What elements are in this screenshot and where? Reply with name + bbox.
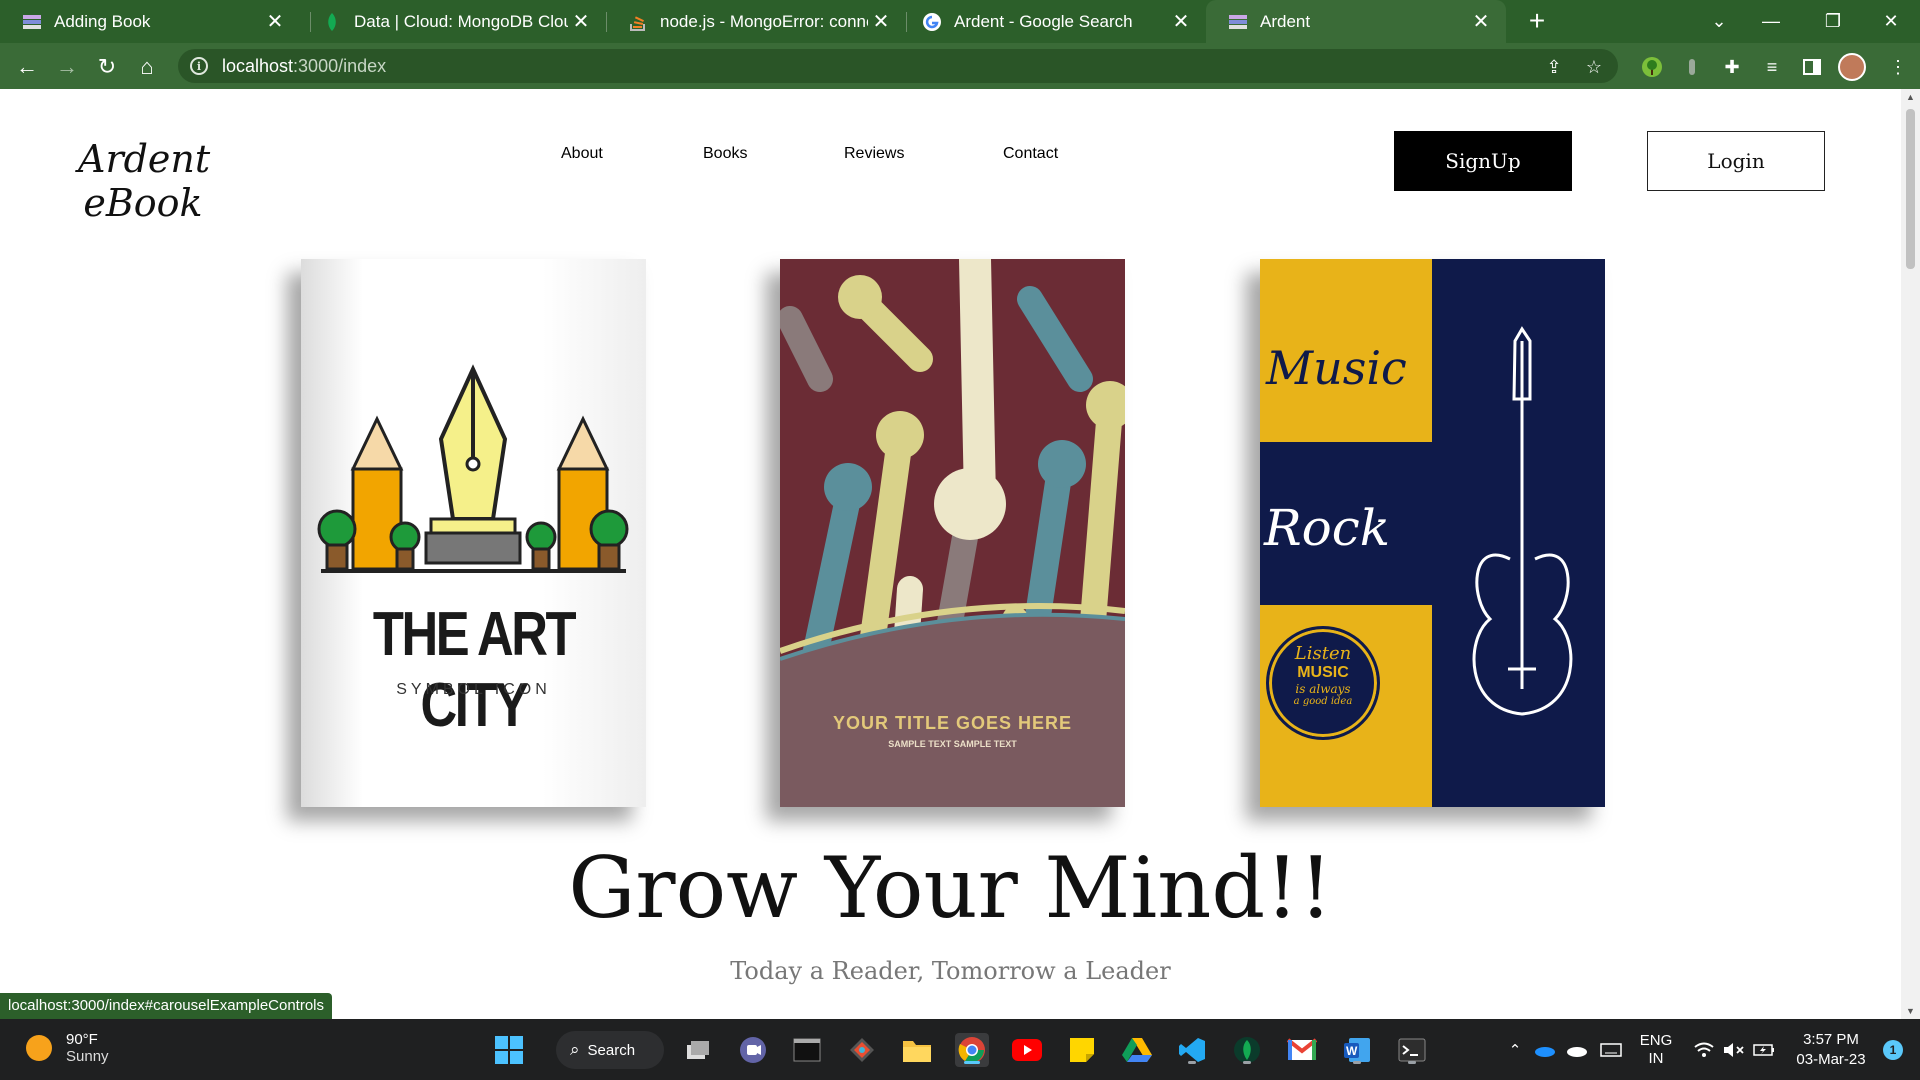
book-stack-icon [22, 12, 42, 32]
extensions-puzzle-icon[interactable]: ✚ [1718, 53, 1746, 81]
address-bar[interactable]: i localhost:3000/index ⇪ ☆ [178, 49, 1618, 83]
menu-kebab-icon[interactable]: ⋮ [1884, 53, 1912, 81]
onedrive-cloud-icon[interactable] [1530, 1019, 1560, 1080]
side-panel-icon[interactable] [1798, 53, 1826, 81]
close-tab-icon[interactable]: ✕ [1468, 9, 1494, 34]
stackoverflow-icon [628, 12, 648, 32]
nav-contact[interactable]: Contact [1003, 145, 1058, 163]
scroll-up-arrow-icon[interactable]: ▲ [1901, 89, 1920, 105]
battery-charging-icon[interactable] [1750, 1019, 1778, 1080]
sun-icon [26, 1035, 52, 1061]
bookmark-star-icon[interactable]: ☆ [1584, 57, 1604, 77]
url-text: localhost:3000/index [222, 55, 387, 76]
nav-about[interactable]: About [561, 145, 603, 163]
svg-text:W: W [1346, 1044, 1358, 1058]
sticky-notes-icon[interactable] [1065, 1033, 1099, 1067]
close-tab-icon[interactable]: ✕ [868, 9, 894, 34]
web-page: Ardent eBook About Books Reviews Contact… [0, 89, 1901, 1019]
notification-badge[interactable]: 1 [1878, 1019, 1908, 1080]
wifi-icon[interactable] [1690, 1019, 1718, 1080]
windows-taskbar: 90°F Sunny ⌕ Search W ⌃ ENG IN 3:57 PM 0… [0, 1019, 1920, 1080]
google-drive-icon[interactable] [1120, 1033, 1154, 1067]
youtube-icon[interactable] [1010, 1033, 1044, 1067]
page-scrollbar[interactable]: ▲ ▼ [1901, 89, 1920, 1019]
file-explorer-icon[interactable] [900, 1033, 934, 1067]
tab-mongodb[interactable]: Data | Cloud: MongoDB Cloud ✕ [300, 0, 606, 43]
git-client-icon[interactable] [845, 1033, 879, 1067]
new-tab-button[interactable]: + [1522, 6, 1552, 36]
tab-stackoverflow[interactable]: node.js - MongoError: connect EC ✕ [606, 0, 906, 43]
mongodb-compass-icon[interactable] [1230, 1033, 1264, 1067]
hero-headline: Grow Your Mind!! [568, 839, 1333, 937]
close-tab-icon[interactable]: ✕ [262, 9, 288, 34]
tab-ardent-active[interactable]: Ardent ✕ [1206, 0, 1506, 43]
mongodb-leaf-icon [322, 12, 342, 32]
link-status-bar: localhost:3000/index#carouselExampleCont… [0, 993, 333, 1019]
guitar-icon [1472, 326, 1573, 716]
terminal-icon[interactable] [1395, 1033, 1429, 1067]
hero-subheadline: Today a Reader, Tomorrow a Leader [730, 957, 1171, 985]
search-icon: ⌕ [570, 1040, 580, 1059]
tab-strip: Adding Book ✕ Data | Cloud: MongoDB Clou… [0, 0, 1920, 43]
vscode-icon[interactable] [1175, 1033, 1209, 1067]
google-icon [922, 12, 942, 32]
volume-muted-icon[interactable] [1720, 1019, 1748, 1080]
scroll-down-arrow-icon[interactable]: ▼ [1901, 1003, 1920, 1019]
media-queue-icon[interactable]: ≡ [1758, 53, 1786, 81]
tab-search-chevron-icon[interactable]: ⌄ [1694, 0, 1744, 43]
home-button[interactable]: ⌂ [132, 52, 162, 82]
login-button[interactable]: Login [1647, 131, 1825, 191]
nav-reviews[interactable]: Reviews [844, 145, 904, 163]
scrollbar-thumb[interactable] [1906, 109, 1915, 269]
weather-widget[interactable]: 90°F Sunny [26, 1031, 109, 1065]
art-city-subtitle: SYMBOL ICON [396, 681, 551, 698]
tab-google-search[interactable]: Ardent - Google Search ✕ [900, 0, 1206, 43]
nav-books[interactable]: Books [703, 145, 747, 163]
profile-avatar[interactable] [1838, 53, 1866, 81]
close-tab-icon[interactable]: ✕ [568, 9, 594, 34]
clock[interactable]: 3:57 PM 03-Mar-23 [1786, 1019, 1876, 1080]
close-window-button[interactable]: ✕ [1866, 0, 1916, 43]
terminal-window-icon[interactable] [790, 1033, 824, 1067]
restore-button[interactable]: ❐ [1808, 0, 1858, 43]
chrome-icon[interactable] [955, 1033, 989, 1067]
taskbar-search[interactable]: ⌕ Search [556, 1031, 664, 1069]
word-icon[interactable]: W [1340, 1033, 1374, 1067]
book-cover-art-city[interactable]: THE ART CITY SYMBOL ICON [301, 259, 646, 807]
hands-book-title: YOUR TITLE GOES HERE [832, 713, 1073, 733]
close-tab-icon[interactable]: ✕ [1168, 9, 1194, 34]
site-info-icon[interactable]: i [190, 57, 208, 75]
share-icon[interactable]: ⇪ [1544, 57, 1564, 77]
signup-button[interactable]: SignUp [1394, 131, 1572, 191]
gmail-icon[interactable] [1285, 1033, 1319, 1067]
language-indicator[interactable]: ENG IN [1636, 1019, 1676, 1080]
extension-tree-icon[interactable] [1638, 53, 1666, 81]
back-button[interactable]: ← [12, 52, 42, 82]
forward-button[interactable]: → [52, 52, 82, 82]
tab-adding-book[interactable]: Adding Book ✕ [0, 0, 300, 43]
book-cover-hands[interactable]: YOUR TITLE GOES HERE SAMPLE TEXT SAMPLE … [780, 259, 1125, 807]
hands-book-subtitle: SAMPLE TEXT SAMPLE TEXT [888, 739, 1017, 749]
book-stack-icon [1228, 12, 1248, 32]
art-city-title: THE ART CITY [372, 600, 577, 740]
onedrive-personal-cloud-icon[interactable] [1562, 1019, 1592, 1080]
keyboard-icon[interactable] [1596, 1019, 1626, 1080]
book-cover-music[interactable]: Music Rock Listen MUSIC is always a good… [1260, 259, 1605, 807]
extension-dropper-icon[interactable] [1678, 53, 1706, 81]
minimize-button[interactable]: — [1746, 0, 1796, 43]
reload-button[interactable]: ↻ [92, 52, 122, 82]
teams-chat-icon[interactable] [736, 1033, 770, 1067]
show-hidden-icons-chevron-icon[interactable]: ⌃ [1500, 1019, 1530, 1080]
windows-start-icon[interactable] [492, 1033, 526, 1067]
toolbar: ← → ↻ ⌂ i localhost:3000/index ⇪ ☆ ✚ ≡ ⋮ [0, 43, 1920, 89]
site-logo[interactable]: Ardent eBook [78, 137, 210, 225]
task-view-icon[interactable] [681, 1033, 715, 1067]
